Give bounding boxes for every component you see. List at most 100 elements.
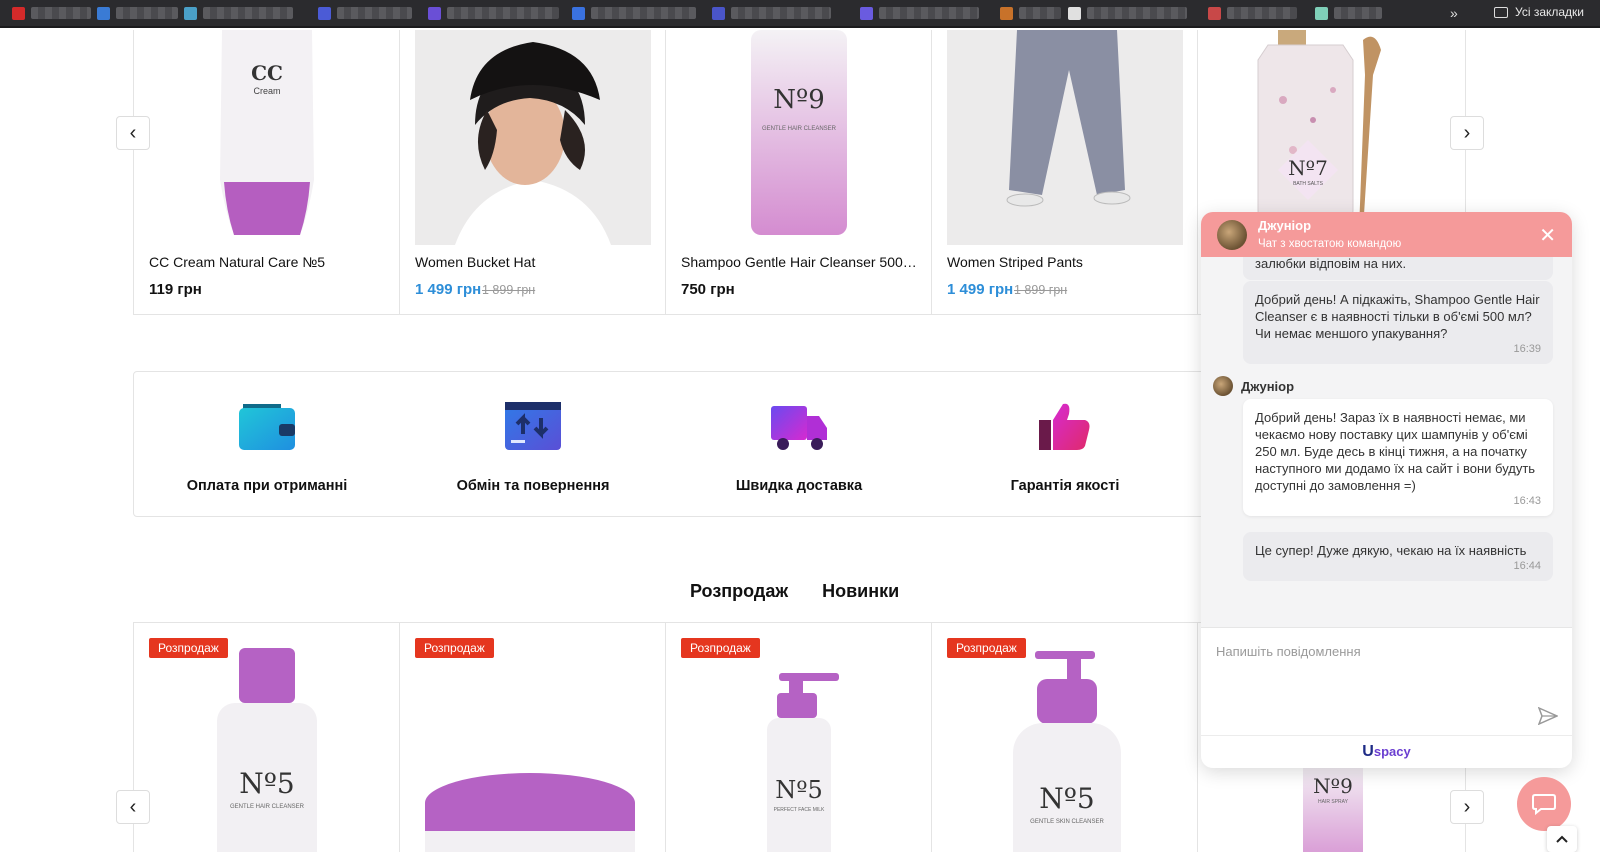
feature-label: Гарантія якості [1010,478,1120,494]
all-bookmarks-button[interactable]: Усі закладки [1494,5,1584,19]
message-time: 16:39 [1513,343,1541,355]
chat-toggle-button[interactable] [1517,777,1571,831]
carousel-next-button[interactable]: › [1450,116,1484,150]
message-sender: Джуніор [1213,376,1294,396]
product-name[interactable]: Women Striped Pants [947,254,1185,270]
exchange-icon [505,402,561,450]
svg-text:PERFECT FACE MILK: PERFECT FACE MILK [774,807,825,813]
more-bookmarks-button[interactable]: » [1450,5,1458,21]
product-name[interactable]: Shampoo Gentle Hair Cleanser 500 ml [681,254,919,270]
chat-message: Це супер! Дуже дякую, чекаю на їх наявні… [1243,532,1553,581]
svg-text:HAIR SPRAY: HAIR SPRAY [1318,799,1349,805]
chat-footer: Uspacy [1201,735,1572,768]
message-input-placeholder: Напишіть повідомлення [1216,644,1361,659]
product-card[interactable]: Nº5 PERFECT FACE MILK Розпродаж [666,623,932,852]
svg-text:GENTLE HAIR CLEANSER: GENTLE HAIR CLEANSER [230,804,305,810]
message-text: Добрий день! Зараз їх в наявності немає,… [1255,410,1536,493]
sale-badge: Розпродаж [681,638,760,658]
svg-text:Nº5: Nº5 [239,767,294,800]
product-card[interactable]: Розпродаж [400,623,666,852]
truck-icon [771,406,827,450]
product-card[interactable]: Women Bucket Hat 1 499 грн 1 899 грн [400,30,666,314]
message-text: Це супер! Дуже дякую, чекаю на їх наявні… [1255,543,1527,558]
sender-name: Джуніор [1241,378,1295,394]
product-price: 750 грн [681,281,735,298]
folder-icon [1494,6,1508,18]
bookmark-item[interactable] [1068,6,1187,20]
carousel-prev-button[interactable]: ‹ [116,116,150,150]
bookmark-item[interactable] [184,6,293,20]
bookmark-item[interactable] [428,6,559,20]
chat-header: Джуніор Чат з хвостатою командою ✕ [1201,212,1572,257]
all-bookmarks-label: Усі закладки [1515,5,1585,19]
chat-bubble-icon [1532,794,1556,816]
product-sale-price: 1 499 грн [947,281,1014,298]
cc-label: CC [251,61,283,85]
product-image: CC Cream [149,30,385,245]
bookmarks-bar: » Усі закладки [0,0,1600,28]
chevron-up-icon [1556,835,1568,843]
product-sale-price: 1 499 грн [415,281,482,298]
thumbs-up-icon [1039,403,1090,450]
product-image: Nº9 GENTLE HAIR CLEANSER [681,30,917,245]
svg-text:Nº5: Nº5 [775,776,823,804]
product-tabs: Розпродаж Новинки [690,581,899,602]
product-image [947,30,1183,245]
bookmark-item[interactable] [1208,6,1297,20]
product-card[interactable]: CC Cream CC Cream Natural Care №5 119 гр… [134,30,400,314]
product-image: Nº5 GENTLE SKIN CLEANSER [1013,651,1121,852]
product-image: Nº5 PERFECT FACE MILK [767,673,839,852]
message-time: 16:44 [1513,560,1541,572]
bookmark-item[interactable] [12,6,91,20]
chat-subtitle: Чат з хвостатою командою [1258,238,1402,250]
svg-text:GENTLE SKIN CLEANSER: GENTLE SKIN CLEANSER [1030,819,1104,825]
bookmark-item[interactable] [860,6,979,20]
product-card[interactable]: Nº5 GENTLE SKIN CLEANSER Розпродаж [932,623,1198,852]
chat-messages: залюбки відповім на них. Добрий день! А … [1201,257,1572,640]
chat-message: Добрий день! Зараз їх в наявності немає,… [1243,399,1553,516]
svg-text:Nº9: Nº9 [773,85,825,115]
bookmark-item[interactable] [1315,6,1382,20]
product-name[interactable]: CC Cream Natural Care №5 [149,254,387,270]
feature-item: Швидка доставка [666,372,932,518]
product-card[interactable]: Women Striped Pants 1 499 грн 1 899 грн [932,30,1198,314]
bookmark-item[interactable] [1000,6,1061,20]
tab-new[interactable]: Новинки [822,581,899,602]
chat-widget: Джуніор Чат з хвостатою командою ✕ залюб… [1201,212,1572,768]
svg-text:Nº5: Nº5 [1039,782,1094,815]
chat-message: залюбки відповім на них. [1243,257,1553,280]
feature-item: Обмін та повернення [400,372,666,518]
product-old-price: 1 899 грн [1014,283,1068,297]
product-name[interactable]: Women Bucket Hat [415,254,653,270]
carousel-prev-button[interactable]: ‹ [116,790,150,824]
product-card[interactable]: Nº5 GENTLE HAIR CLEANSER Розпродаж [134,623,400,852]
sale-badge: Розпродаж [149,638,228,658]
uspacy-logo[interactable]: Uspacy [1362,743,1410,761]
product-old-price: 1 899 грн [482,283,536,297]
message-text: залюбки відповім на них. [1255,257,1407,271]
svg-text:Nº7: Nº7 [1288,156,1328,180]
close-icon[interactable]: ✕ [1539,223,1556,248]
product-card[interactable]: Nº9 GENTLE HAIR CLEANSER Shampoo Gentle … [666,30,932,314]
message-time: 16:43 [1513,495,1541,507]
bookmark-item[interactable] [97,6,178,20]
bookmark-item[interactable] [712,6,831,20]
product-image: Nº5 GENTLE HAIR CLEANSER [217,648,317,852]
bookmark-item[interactable] [572,6,696,20]
tab-sale[interactable]: Розпродаж [690,581,788,602]
product-image: Nº9 HAIR SPRAY [1303,763,1363,852]
product-image [415,30,651,245]
send-icon[interactable] [1538,707,1558,725]
bookmark-item[interactable] [318,6,412,20]
feature-label: Швидка доставка [735,478,863,494]
carousel-next-button[interactable]: › [1450,790,1484,824]
chat-message: Добрий день! А підкажіть, Shampoo Gentle… [1243,281,1553,364]
svg-text:BATH SALTS: BATH SALTS [1293,181,1323,187]
message-input[interactable]: Напишіть повідомлення [1201,627,1572,735]
scroll-to-top-button[interactable] [1547,826,1577,852]
feature-label: Оплата при отриманні [186,478,348,494]
avatar [1217,220,1247,250]
chat-agent-name: Джуніор [1258,218,1312,233]
sale-badge: Розпродаж [415,638,494,658]
feature-item: Оплата при отриманні [134,372,400,518]
